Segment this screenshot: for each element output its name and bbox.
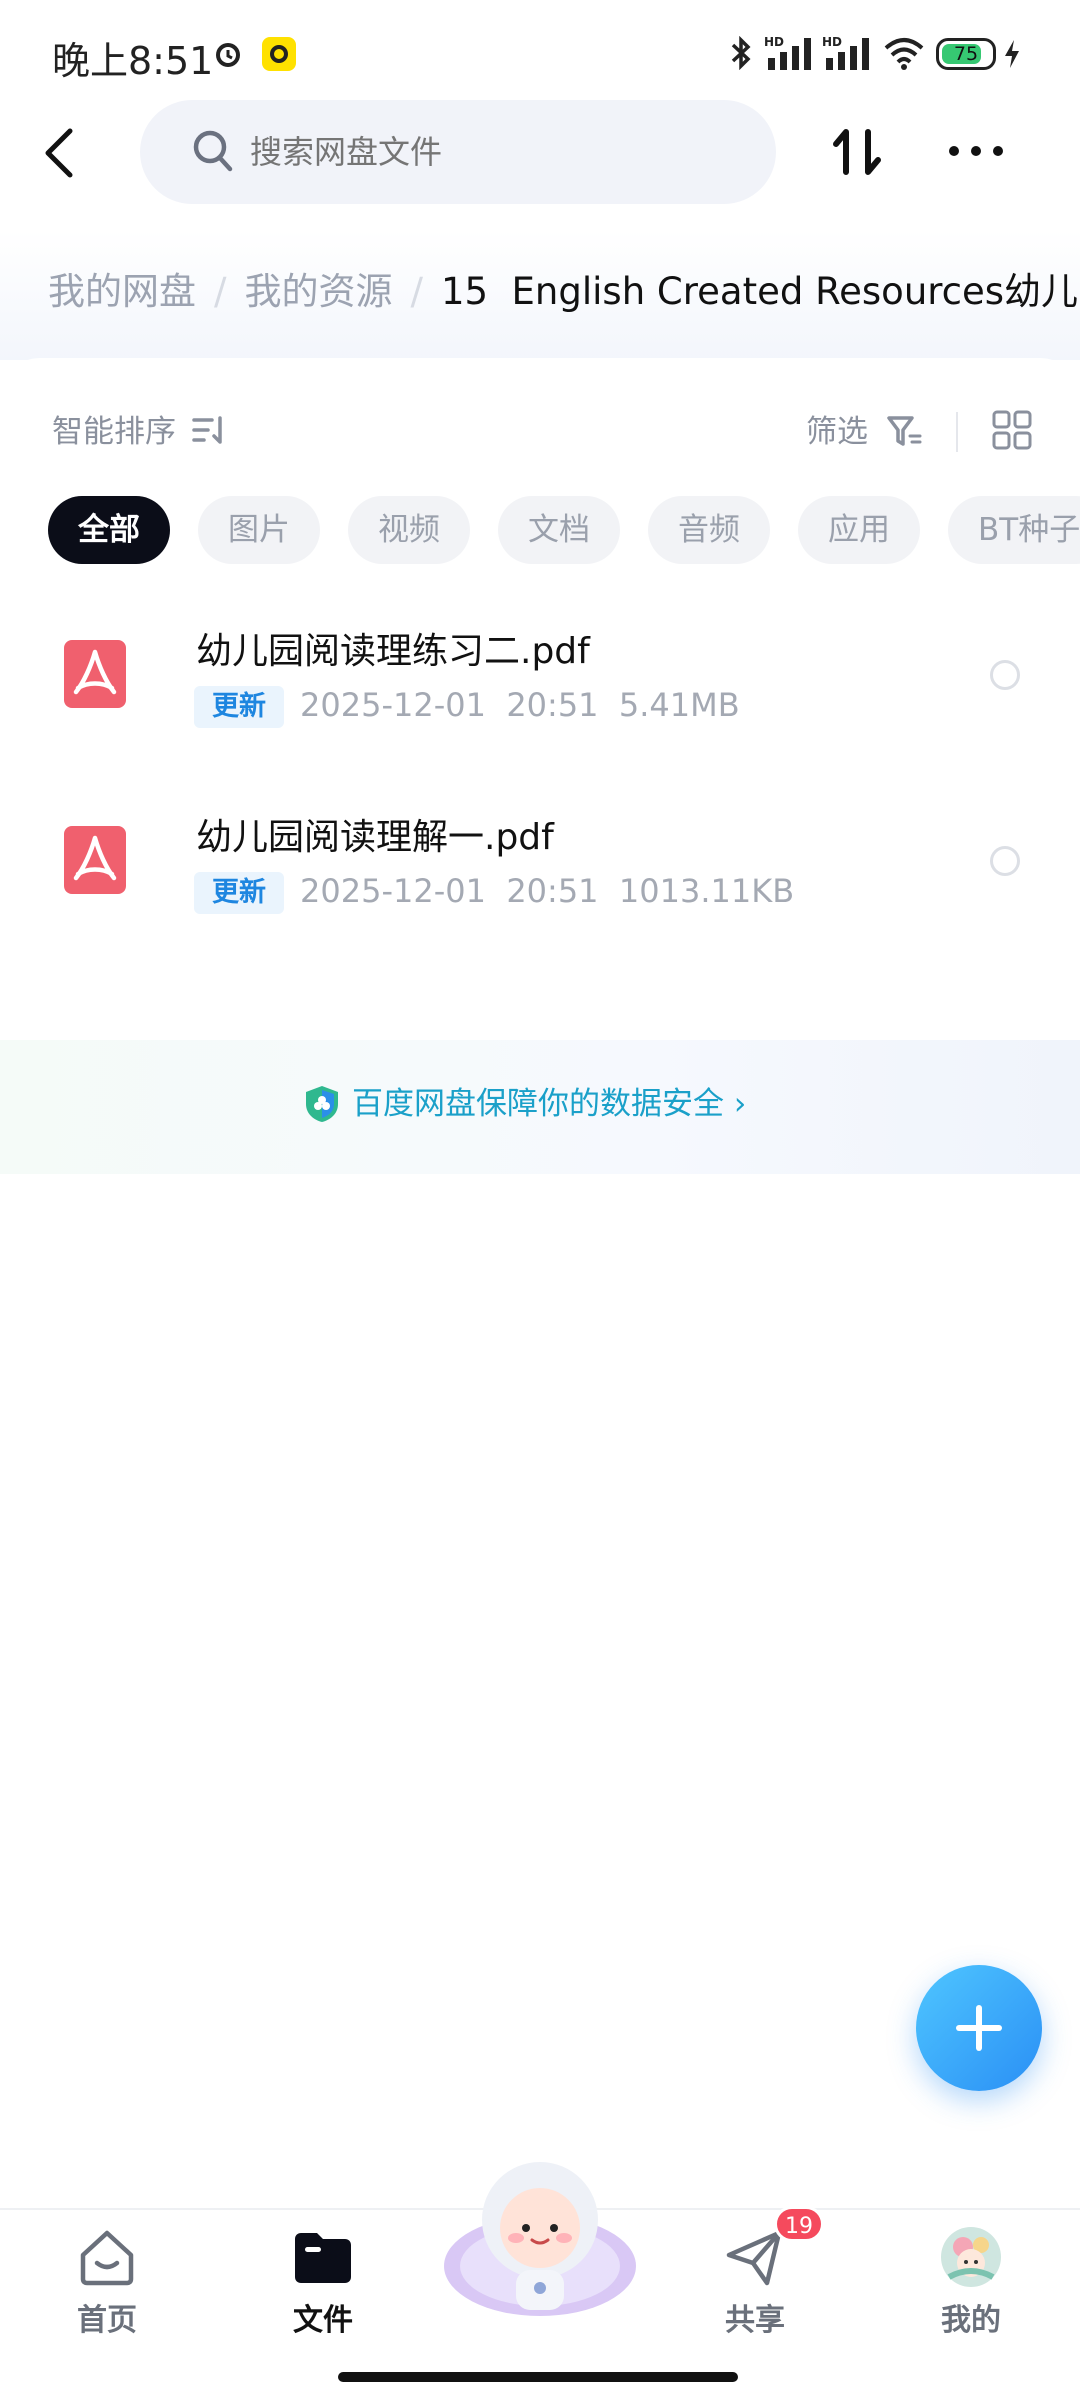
search-input[interactable]: [250, 100, 730, 204]
charging-icon: [1005, 40, 1019, 68]
chip-apps[interactable]: 应用: [798, 496, 920, 564]
grid-view-icon[interactable]: [992, 410, 1032, 450]
chevron-right-icon: ›: [733, 1086, 747, 1122]
file-row[interactable]: 幼儿园阅读理解一.pdf 更新 2025-12-01 20:51 1013.11…: [0, 768, 1080, 954]
search-bar[interactable]: [140, 100, 776, 204]
folder-icon: [295, 2233, 351, 2283]
signal-icon: HD: [764, 35, 811, 70]
breadcrumb-item[interactable]: 我的网盘: [48, 270, 196, 313]
svg-text:HD: HD: [764, 35, 784, 49]
file-meta: 2025-12-01 20:51 1013.11KB: [300, 872, 795, 910]
add-button[interactable]: [916, 1965, 1042, 2091]
nav-home[interactable]: 首页: [32, 2225, 182, 2345]
filter-button[interactable]: 筛选: [806, 410, 922, 454]
status-time: 晚上8:51: [52, 39, 214, 83]
file-name: 幼儿园阅读理练习二.pdf: [196, 631, 590, 672]
breadcrumb-separator: /: [214, 270, 227, 313]
breadcrumb-current: 15 English Created Resources幼儿: [440, 270, 1079, 313]
home-icon: [80, 2230, 134, 2286]
toolbar-divider: [956, 412, 958, 452]
signal-icon: HD: [822, 35, 869, 70]
svg-text:HD: HD: [822, 35, 842, 49]
more-options-icon[interactable]: [946, 140, 1006, 162]
pdf-icon: [64, 640, 126, 708]
file-meta: 2025-12-01 20:51 5.41MB: [300, 686, 740, 724]
security-banner-text[interactable]: 百度网盘保障你的数据安全 ›: [352, 1080, 746, 1128]
app-notification-icon: [262, 37, 296, 71]
notification-badge: 19: [774, 2206, 824, 2242]
chip-audio[interactable]: 音频: [648, 496, 770, 564]
breadcrumb-separator: /: [410, 270, 423, 313]
chip-all[interactable]: 全部: [48, 496, 170, 564]
search-icon: [193, 130, 233, 172]
transfer-list-icon[interactable]: [830, 124, 886, 180]
breadcrumb: 我的网盘 / 我的资源 / 15 English Created Resources幼儿: [48, 262, 1080, 322]
sort-button[interactable]: 智能排序: [52, 410, 228, 454]
file-name: 幼儿园阅读理解一.pdf: [196, 817, 554, 858]
nav-files[interactable]: 文件: [248, 2225, 398, 2345]
update-badge: 更新: [194, 686, 284, 728]
file-row[interactable]: 幼儿园阅读理练习二.pdf 更新 2025-12-01 20:51 5.41MB: [0, 582, 1080, 768]
sort-icon: [192, 416, 222, 444]
select-checkbox[interactable]: [990, 660, 1020, 690]
bluetooth-icon: [731, 36, 751, 70]
wifi-icon: [884, 38, 924, 70]
battery-level: 75: [953, 43, 979, 65]
file-type-filter-chips: 全部 图片 视频 文档 音频 应用 BT种子: [48, 496, 1080, 564]
back-icon[interactable]: [40, 125, 80, 181]
update-badge: 更新: [194, 872, 284, 914]
select-checkbox[interactable]: [990, 846, 1020, 876]
nav-label: 首页: [77, 2303, 137, 2338]
home-indicator[interactable]: [338, 2372, 738, 2382]
breadcrumb-item[interactable]: 我的资源: [244, 270, 392, 313]
nav-label: 我的: [941, 2303, 1001, 2338]
security-label: 百度网盘保障你的数据安全: [352, 1086, 724, 1122]
alarm-icon: [216, 43, 240, 67]
mascot-icon[interactable]: [442, 2158, 638, 2318]
filter-icon: [887, 416, 922, 446]
chip-bt-torrents[interactable]: BT种子: [948, 496, 1080, 564]
chip-videos[interactable]: 视频: [348, 496, 470, 564]
chip-images[interactable]: 图片: [198, 496, 320, 564]
battery-indicator: 75: [936, 38, 996, 70]
status-bar: 晚上8:51 HD HD 75: [0, 0, 1080, 100]
nav-label: 文件: [293, 2303, 353, 2338]
chip-documents[interactable]: 文档: [498, 496, 620, 564]
nav-me[interactable]: 我的: [896, 2225, 1046, 2345]
sort-label: 智能排序: [52, 414, 176, 450]
nav-label: 共享: [725, 2303, 785, 2338]
pdf-icon: [64, 826, 126, 894]
nav-share[interactable]: 共享: [680, 2225, 830, 2345]
filter-label: 筛选: [806, 414, 868, 450]
avatar: [941, 2227, 1001, 2287]
shield-icon: [306, 1086, 338, 1122]
